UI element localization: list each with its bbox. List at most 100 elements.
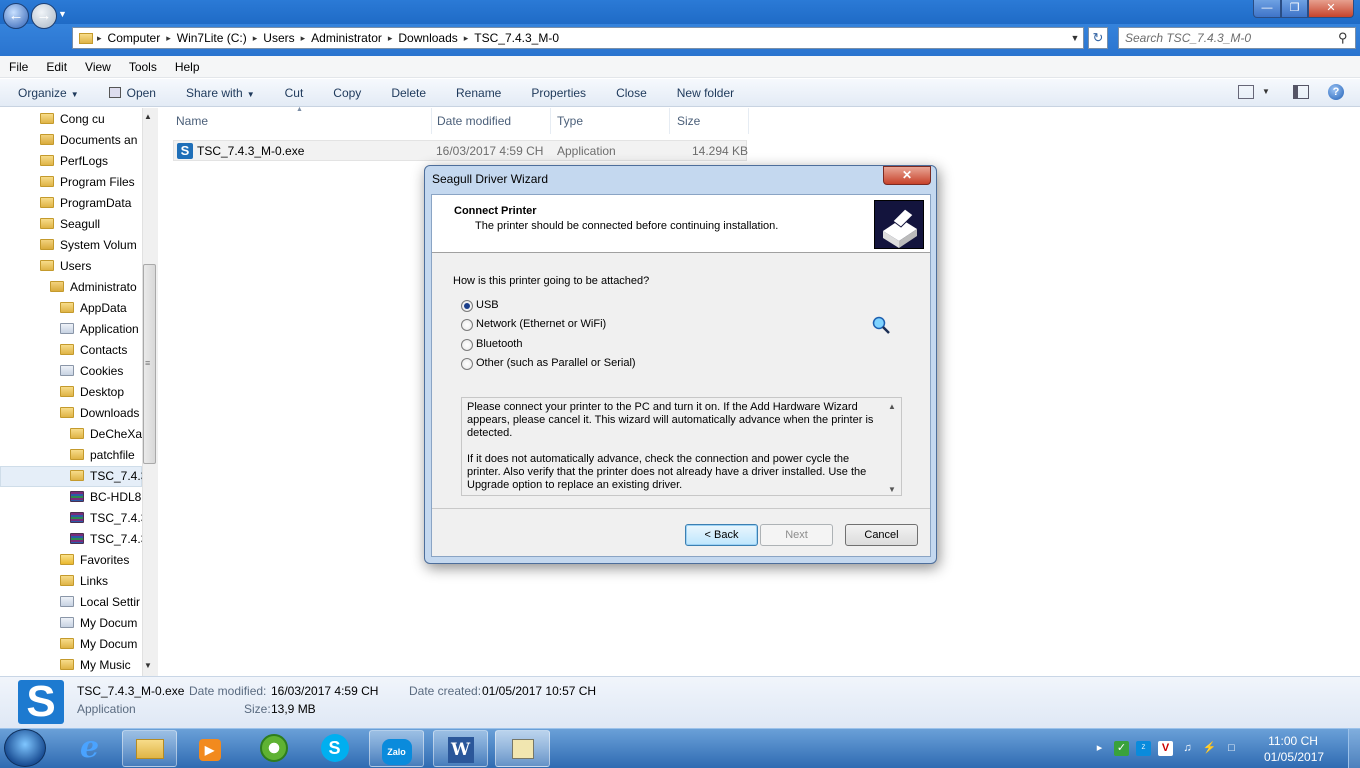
cancel-button[interactable]: Cancel bbox=[845, 524, 918, 546]
search-icon[interactable]: ⚲ bbox=[1338, 30, 1348, 46]
breadcrumb-computer[interactable]: Computer bbox=[102, 31, 167, 45]
help-icon[interactable]: ? bbox=[1328, 84, 1344, 100]
speaker-muted-icon[interactable]: ▸ bbox=[1092, 741, 1107, 756]
menu-tools[interactable]: Tools bbox=[120, 60, 166, 74]
column-header-type[interactable]: Type bbox=[551, 108, 670, 134]
tree-item[interactable]: TSC_7.4.3 bbox=[70, 507, 142, 528]
show-desktop-button[interactable] bbox=[1348, 729, 1360, 768]
breadcrumb-downloads[interactable]: Downloads bbox=[392, 31, 463, 45]
power-icon[interactable]: ⚡ bbox=[1202, 741, 1217, 756]
column-header-size[interactable]: Size bbox=[671, 108, 749, 134]
tree-item[interactable]: Cookies bbox=[60, 360, 123, 381]
refresh-icon[interactable]: ↻ bbox=[1088, 27, 1108, 49]
rename-button[interactable]: Rename bbox=[441, 86, 516, 100]
radio-usb[interactable] bbox=[461, 300, 473, 312]
scroll-down-icon[interactable]: ▼ bbox=[144, 661, 152, 670]
tree-item[interactable]: TSC_7.4.3 bbox=[70, 528, 142, 549]
zalo-tray-icon[interactable]: Z bbox=[1136, 740, 1151, 756]
tree-item[interactable]: PerfLogs bbox=[40, 150, 108, 171]
ie-icon[interactable]: e bbox=[62, 730, 117, 767]
share-with-button[interactable]: Share with ▼ bbox=[171, 86, 270, 100]
maximize-icon[interactable]: ❐ bbox=[1281, 0, 1308, 18]
tree-item[interactable]: My Docum bbox=[60, 633, 137, 654]
tree-item[interactable]: Application bbox=[60, 318, 139, 339]
tree-item[interactable]: Program Files bbox=[40, 171, 135, 192]
printer-wizard-icon[interactable] bbox=[495, 730, 550, 767]
tree-item[interactable]: Desktop bbox=[60, 381, 124, 402]
radio-other[interactable] bbox=[461, 358, 473, 370]
cut-button[interactable]: Cut bbox=[270, 86, 319, 100]
tree-item[interactable]: Cong cu bbox=[40, 108, 105, 129]
tree-item[interactable]: BC-HDL8 bbox=[70, 486, 141, 507]
tree-item[interactable]: DeCheXa bbox=[70, 423, 142, 444]
radio-bluetooth-label[interactable]: Bluetooth bbox=[476, 338, 522, 350]
address-breadcrumb[interactable]: ▸ Computer ▸ Win7Lite (C:) ▸ Users ▸ Adm… bbox=[72, 27, 1084, 49]
scroll-up-icon[interactable]: ▲ bbox=[144, 112, 152, 121]
menu-view[interactable]: View bbox=[76, 60, 120, 74]
breadcrumb-current-folder[interactable]: TSC_7.4.3_M-0 bbox=[468, 31, 565, 45]
tree-item[interactable]: Users bbox=[40, 255, 91, 276]
tree-item[interactable]: Documents an bbox=[40, 129, 137, 150]
scroll-up-icon[interactable]: ▲ bbox=[888, 402, 896, 411]
forward-arrow-icon[interactable]: → bbox=[31, 3, 57, 29]
address-dropdown-icon[interactable]: ▼ bbox=[1068, 29, 1082, 47]
recent-pages-chevron-icon[interactable]: ▼ bbox=[58, 9, 67, 19]
search-input[interactable]: Search TSC_7.4.3_M-0 bbox=[1118, 27, 1356, 49]
copy-button[interactable]: Copy bbox=[318, 86, 376, 100]
tree-item[interactable]: My Docum bbox=[60, 612, 137, 633]
menu-help[interactable]: Help bbox=[166, 60, 209, 74]
organize-button[interactable]: Organize ▼ bbox=[0, 86, 94, 100]
close-icon[interactable]: ✕ bbox=[883, 166, 931, 185]
close-icon[interactable]: ✕ bbox=[1308, 0, 1354, 18]
minimize-icon[interactable]: — bbox=[1253, 0, 1281, 18]
tree-item[interactable]: System Volum bbox=[40, 234, 137, 255]
new-folder-button[interactable]: New folder bbox=[662, 86, 749, 100]
instructions-textbox[interactable]: Please connect your printer to the PC an… bbox=[461, 397, 902, 496]
preview-pane-icon[interactable] bbox=[1293, 85, 1309, 99]
back-arrow-icon[interactable]: ← bbox=[3, 3, 29, 29]
unikey-icon[interactable]: V bbox=[1158, 740, 1173, 756]
radio-bluetooth[interactable] bbox=[461, 339, 473, 351]
radio-other-label[interactable]: Other (such as Parallel or Serial) bbox=[476, 357, 636, 369]
radio-network-label[interactable]: Network (Ethernet or WiFi) bbox=[476, 318, 606, 330]
tree-item[interactable]: Administrato bbox=[50, 276, 137, 297]
menu-edit[interactable]: Edit bbox=[37, 60, 76, 74]
tree-item[interactable]: Favorites bbox=[60, 549, 129, 570]
next-button[interactable]: Next bbox=[760, 524, 833, 546]
view-options-icon[interactable] bbox=[1238, 85, 1254, 99]
tree-item[interactable]: patchfile bbox=[70, 444, 135, 465]
tree-item[interactable]: Local Settir bbox=[60, 591, 140, 612]
start-button[interactable] bbox=[4, 729, 46, 767]
close-button[interactable]: Close bbox=[601, 86, 662, 100]
back-button[interactable]: < Back bbox=[685, 524, 758, 546]
menu-file[interactable]: File bbox=[0, 60, 37, 74]
explorer-icon[interactable] bbox=[122, 730, 177, 767]
breadcrumb-users[interactable]: Users bbox=[257, 31, 300, 45]
delete-button[interactable]: Delete bbox=[376, 86, 441, 100]
zalo-icon[interactable]: Zalo bbox=[369, 730, 424, 767]
skype-icon[interactable]: S bbox=[307, 730, 362, 767]
tree-item[interactable]: My Music bbox=[60, 654, 131, 675]
radio-network[interactable] bbox=[461, 319, 473, 331]
media-player-icon[interactable]: ▶ bbox=[182, 730, 237, 767]
clock[interactable]: 11:00 CH 01/05/2017 bbox=[1264, 733, 1324, 765]
tree-item[interactable]: Links bbox=[60, 570, 108, 591]
properties-button[interactable]: Properties bbox=[516, 86, 601, 100]
breadcrumb-administrator[interactable]: Administrator bbox=[305, 31, 388, 45]
tree-item[interactable]: ProgramData bbox=[40, 192, 131, 213]
tree-item[interactable]: AppData bbox=[60, 297, 127, 318]
tree-item[interactable]: Seagull bbox=[40, 213, 100, 234]
check-icon[interactable]: ✓ bbox=[1114, 740, 1129, 756]
tree-item[interactable]: Downloads bbox=[60, 402, 139, 423]
volume-icon[interactable]: ♫ bbox=[1180, 741, 1195, 756]
tree-item[interactable]: Contacts bbox=[60, 339, 127, 360]
breadcrumb-drive[interactable]: Win7Lite (C:) bbox=[171, 31, 253, 45]
tree-item[interactable]: TSC_7.4.3 bbox=[70, 465, 142, 486]
coccoc-icon[interactable] bbox=[246, 730, 301, 767]
radio-usb-label[interactable]: USB bbox=[476, 299, 499, 311]
network-icon[interactable]: □ bbox=[1224, 741, 1239, 756]
word-icon[interactable]: W bbox=[433, 730, 488, 767]
instructions-scrollbar[interactable] bbox=[885, 398, 901, 495]
open-button[interactable]: Open bbox=[94, 86, 171, 100]
chevron-down-icon[interactable]: ▼ bbox=[1262, 87, 1270, 96]
